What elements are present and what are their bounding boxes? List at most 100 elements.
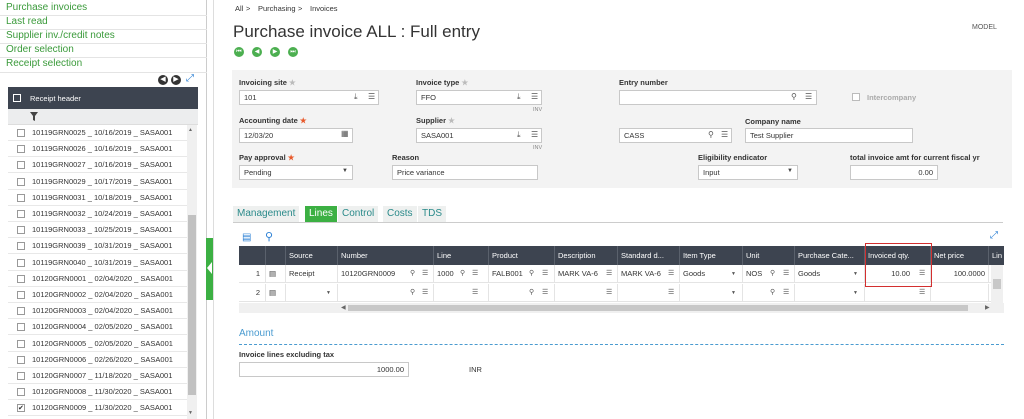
- list-item[interactable]: 10119GRN0033 _ 10/25/2019 _ SASA001: [8, 222, 188, 239]
- checkbox[interactable]: [17, 372, 25, 380]
- col-line[interactable]: Line: [433, 246, 488, 265]
- row-detail-icon[interactable]: ▤: [265, 284, 285, 302]
- col-number[interactable]: Number: [337, 246, 433, 265]
- checkbox[interactable]: [17, 177, 25, 186]
- list-item[interactable]: 10119GRN0029 _ 10/17/2019 _ SASA001: [8, 174, 188, 190]
- grid-vertical-scrollbar[interactable]: [991, 265, 1003, 303]
- cell-line[interactable]: ☰: [433, 284, 488, 302]
- checkbox[interactable]: [17, 161, 25, 170]
- list-item[interactable]: 10120GRN0001 _ 02/04/2020 _ SASA001: [8, 271, 188, 287]
- col-description[interactable]: Description: [554, 246, 617, 265]
- search-icon[interactable]: ⚲: [791, 92, 797, 101]
- list-item[interactable]: 10120GRN0003 _ 02/04/2020 _ SASA001: [8, 303, 188, 320]
- search-icon[interactable]: ⚲: [708, 130, 714, 139]
- list-item[interactable]: 10120GRN0004 _ 02/05/2020 _ SASA001: [8, 319, 188, 336]
- tab-control[interactable]: Control: [338, 206, 379, 222]
- expand-icon[interactable]: ⤢: [186, 73, 194, 84]
- col-line-amount[interactable]: Lin: [988, 246, 1004, 265]
- list-item[interactable]: 10119GRN0027 _ 10/16/2019 _ SASA001: [8, 157, 188, 174]
- left-scrollbar-thumb[interactable]: [188, 215, 196, 395]
- grid-search-icon[interactable]: ⚲: [265, 230, 273, 243]
- list-icon[interactable]: ☰: [721, 130, 728, 139]
- scroll-left-icon[interactable]: ◀: [341, 304, 346, 311]
- last-record-icon[interactable]: ⏭: [288, 47, 298, 57]
- accounting-date-field[interactable]: 12/03/20: [239, 128, 353, 143]
- list-icon[interactable]: ☰: [368, 92, 375, 101]
- list-item[interactable]: 10120GRN0007 _ 11/18/2020 _ SASA001: [8, 368, 188, 384]
- col-standard-desc[interactable]: Standard d...: [617, 246, 679, 265]
- link-receipt-selection[interactable]: Receipt selection: [6, 58, 82, 69]
- grid-horizontal-scrollbar-thumb[interactable]: [348, 305, 968, 311]
- checkbox[interactable]: [17, 210, 25, 218]
- checkbox[interactable]: [17, 274, 25, 283]
- list-item[interactable]: 10120GRN0005 _ 02/05/2020 _ SASA001: [8, 336, 188, 352]
- cell-purchase-category[interactable]: Goods ▼: [794, 265, 864, 283]
- scroll-up-icon[interactable]: ▲: [188, 127, 193, 133]
- list-item[interactable]: 10119GRN0032 _ 10/24/2019 _ SASA001: [8, 206, 188, 222]
- breadcrumb-purchasing[interactable]: Purchasing: [258, 4, 296, 13]
- cell-purchase-category[interactable]: ▼: [794, 284, 864, 302]
- cell-number[interactable]: 10120GRN0009 ⚲ ☰: [337, 265, 433, 283]
- checkbox[interactable]: [17, 226, 25, 235]
- cell-description[interactable]: ☰: [554, 284, 617, 302]
- invoicing-site-field[interactable]: 101: [239, 90, 379, 105]
- list-item[interactable]: 10119GRN0031 _ 10/18/2019 _ SASA001: [8, 190, 188, 206]
- lookup-icon[interactable]: ⤓: [517, 92, 521, 102]
- list-item[interactable]: 10119GRN0039 _ 10/31/2019 _ SASA001: [8, 238, 188, 255]
- checkbox[interactable]: [17, 129, 25, 137]
- checkbox[interactable]: [17, 323, 25, 332]
- link-purchase-invoices[interactable]: Purchase invoices: [6, 2, 87, 13]
- list-item[interactable]: 10120GRN0008 _ 11/30/2020 _ SASA001: [8, 384, 188, 401]
- scroll-right-icon[interactable]: ▶: [985, 304, 990, 311]
- grid-expand-icon[interactable]: ⤢: [990, 230, 998, 241]
- link-last-read[interactable]: Last read: [6, 16, 48, 27]
- cell-standard-desc[interactable]: ☰: [617, 284, 679, 302]
- list-item[interactable]: 10119GRN0026 _ 10/16/2019 _ SASA001: [8, 141, 188, 158]
- col-item-type[interactable]: Item Type: [679, 246, 742, 265]
- cell-source[interactable]: Receipt: [285, 265, 337, 283]
- pay-approval-select[interactable]: Pending: [239, 165, 353, 180]
- grid-menu-icon[interactable]: ▤: [242, 232, 251, 243]
- link-order-selection[interactable]: Order selection: [6, 44, 74, 55]
- list-icon[interactable]: ☰: [531, 92, 538, 101]
- col-unit[interactable]: Unit: [742, 246, 794, 265]
- eligibility-select[interactable]: Input: [698, 165, 798, 180]
- checkbox[interactable]: [17, 193, 25, 202]
- tab-tds[interactable]: TDS: [418, 206, 446, 222]
- chevron-down-icon[interactable]: ▼: [342, 168, 348, 174]
- tab-costs[interactable]: Costs: [383, 206, 417, 222]
- checkbox[interactable]: [17, 355, 25, 364]
- cell-line[interactable]: 1000 ⚲ ☰: [433, 265, 488, 283]
- checkbox[interactable]: [17, 242, 25, 251]
- col-net-price[interactable]: Net price: [930, 246, 988, 265]
- col-source[interactable]: Source: [285, 246, 337, 265]
- col-product[interactable]: Product: [488, 246, 554, 265]
- tab-lines[interactable]: Lines: [305, 206, 337, 222]
- list-icon[interactable]: ☰: [531, 130, 538, 139]
- next-record-icon[interactable]: ▶: [270, 47, 280, 57]
- list-item[interactable]: 10120GRN0002 _ 02/04/2020 _ SASA001: [8, 287, 188, 303]
- checkbox[interactable]: [17, 291, 25, 299]
- checkbox[interactable]: [17, 388, 25, 397]
- cell-description[interactable]: MARK VA-6 ☰: [554, 265, 617, 283]
- calendar-icon[interactable]: ▦: [341, 129, 349, 138]
- prev-icon[interactable]: ◀: [158, 75, 168, 85]
- select-all-checkbox[interactable]: [13, 94, 21, 102]
- lookup-icon[interactable]: ⤓: [517, 130, 521, 140]
- supplier-name-field[interactable]: CASS: [619, 128, 732, 143]
- cell-net-price[interactable]: 100.0000: [930, 265, 988, 283]
- link-supplier-inv-credit-notes[interactable]: Supplier inv./credit notes: [6, 30, 115, 41]
- first-record-icon[interactable]: ⏮: [234, 47, 244, 57]
- invoice-type-field[interactable]: FFO: [416, 90, 542, 105]
- checked-checkbox[interactable]: ✔: [17, 404, 25, 413]
- chevron-down-icon[interactable]: ▼: [787, 168, 793, 174]
- cell-net-price[interactable]: [930, 284, 988, 302]
- list-item[interactable]: 10119GRN0040 _ 10/31/2019 _ SASA001: [8, 255, 188, 271]
- filter-icon[interactable]: [30, 112, 38, 121]
- checkbox[interactable]: [17, 307, 25, 316]
- checkbox[interactable]: [17, 145, 25, 154]
- list-item[interactable]: ✔ 10120GRN0009 _ 11/30/2020 _ SASA001: [8, 400, 188, 417]
- cell-number[interactable]: ⚲ ☰: [337, 284, 433, 302]
- previous-record-icon[interactable]: ◀: [252, 47, 262, 57]
- cell-product[interactable]: ⚲ ☰: [488, 284, 554, 302]
